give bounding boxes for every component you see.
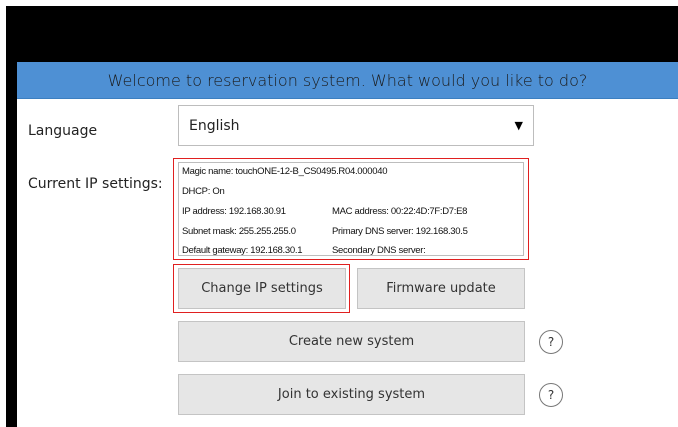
primary-dns: Primary DNS server: 192.168.30.5 [332,226,468,237]
language-selected-value: English [189,117,240,134]
ip-settings-box: Magic name: touchONE-12-B_CS0495.R04.000… [173,158,529,260]
dropdown-arrow-icon: ▼ [514,119,523,132]
firmware-update-label: Firmware update [386,281,496,296]
create-system-label: Create new system [288,334,415,349]
join-system-label: Join to existing system [277,387,426,402]
join-existing-system-button[interactable]: Join to existing system [178,374,525,415]
question-mark-icon: ? [547,388,555,402]
firmware-update-button[interactable]: Firmware update [357,268,525,309]
change-ip-settings-button[interactable]: Change IP settings [178,268,346,309]
create-help-icon[interactable]: ? [539,330,563,354]
dhcp-status: DHCP: On [182,186,225,197]
ip-settings-panel: Magic name: touchONE-12-B_CS0495.R04.000… [178,162,524,256]
ip-settings-label: Current IP settings: [28,176,163,192]
secondary-dns: Secondary DNS server: [332,245,426,256]
subnet-mask: Subnet mask: 255.255.255.0 [182,226,296,237]
language-select[interactable]: English ▼ [178,105,534,146]
join-help-icon[interactable]: ? [539,383,563,407]
language-label: Language [28,123,98,139]
magic-name: Magic name: touchONE-12-B_CS0495.R04.000… [182,166,388,177]
device-frame: Welcome to reservation system. What woul… [6,6,678,427]
welcome-header: Welcome to reservation system. What woul… [17,62,678,99]
create-new-system-button[interactable]: Create new system [178,321,525,362]
change-ip-label: Change IP settings [201,281,323,296]
app-screen: Welcome to reservation system. What woul… [17,62,678,427]
question-mark-icon: ? [547,335,555,349]
welcome-title: Welcome to reservation system. What woul… [107,70,588,90]
mac-address: MAC address: 00:22:4D:7F:D7:E8 [332,206,468,217]
ip-address: IP address: 192.168.30.91 [182,206,286,217]
default-gateway: Default gateway: 192.168.30.1 [182,245,303,256]
